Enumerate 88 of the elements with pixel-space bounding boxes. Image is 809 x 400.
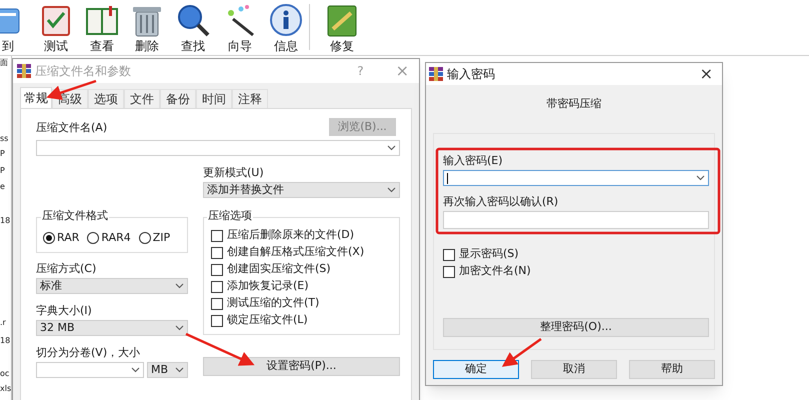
app-logo-icon [429,67,443,81]
dropdown[interactable]: MB [147,362,188,378]
dialog-button[interactable]: 取消 [531,360,617,379]
organize-passwords-button[interactable]: 整理密码(O)... [443,318,709,337]
clipboard-check-icon [39,3,73,37]
set-password-button[interactable]: 设置密码(P)... [203,357,400,376]
file-name-fragment: oc [0,369,10,379]
radio-button[interactable] [87,232,100,244]
toolbar-button[interactable]: 到 [0,3,30,53]
group-label: 压缩选项 [207,209,253,223]
confirm-password-field[interactable] [443,211,709,229]
field-label: 压缩方式(C) [36,262,98,276]
radio-label: RAR [57,230,80,246]
file-name-fragment: P [0,166,5,176]
radio-label: RAR4 [101,230,131,246]
field-label: 再次输入密码以确认(R) [443,195,558,209]
dropdown[interactable]: 32 MB [36,320,188,336]
tab[interactable]: 常规 [20,87,52,108]
dialog-heading: 带密码压缩 [546,97,602,111]
dropdown[interactable]: 添加并替换文件 [203,182,400,198]
file-name-fragment: 18 [0,216,10,226]
toolbar-button[interactable]: 查找 [171,3,215,53]
chevron-down-icon [696,175,705,181]
dialog-button[interactable]: 帮助 [629,360,715,379]
dropdown[interactable]: 标准 [36,278,188,294]
field-label: 字典大小(I) [36,304,93,318]
field-label: 输入密码(E) [443,154,503,168]
file-name-fragment: ss [0,134,8,144]
checkbox[interactable] [211,280,223,292]
toolbar-button[interactable]: 向导 [218,3,262,53]
checkbox[interactable] [443,266,455,278]
file-name-fragment: P [0,149,5,159]
file-name-fragment: .r [0,318,6,328]
radio-button[interactable] [138,232,151,244]
checkbox[interactable] [211,298,223,310]
tab[interactable]: 选项 [88,89,124,108]
password-field[interactable] [443,170,709,186]
toolbar-button[interactable]: 测试 [34,3,78,53]
chevron-down-icon [387,187,396,193]
file-name-fragment: 面 [0,58,8,68]
group-label: 压缩文件格式 [41,209,109,223]
chevron-down-icon [131,367,140,373]
field-label: 压缩文件名(A) [36,120,108,136]
book-icon [85,3,119,37]
toolbar-button[interactable]: 修复 [320,3,364,53]
tab[interactable]: 注释 [232,89,268,108]
repair-kit-icon [325,3,359,37]
radio-button[interactable] [43,232,55,244]
app-logo-icon [17,64,31,78]
volume-size-field[interactable] [36,362,144,378]
close-button[interactable]: × [700,62,713,86]
field-label: 切分为分卷(V)，大小 [36,346,142,360]
chevron-down-icon [387,145,396,151]
chevron-down-icon [175,325,184,331]
tab[interactable]: 文件 [124,89,160,108]
radio-label: ZIP [152,230,170,246]
tab[interactable]: 备份 [160,89,196,108]
field-label: 更新模式(U) [203,166,265,180]
chevron-down-icon [175,283,184,289]
window-title: 压缩文件名和参数 [35,63,131,80]
checkbox[interactable] [443,248,455,260]
file-name-fragment: 18 [0,336,10,346]
annotation-arrow [185,332,255,366]
tab[interactable]: 时间 [196,89,232,108]
checkbox-label: 显示密码(S) [459,246,519,262]
checkbox-label: 加密文件名(N) [459,263,531,280]
checkbox-label: 创建自解压格式压缩文件(X) [227,244,364,260]
checkbox-label: 创建固实压缩文件(S) [227,261,331,278]
dialog-button[interactable]: 确定 [433,360,519,379]
checkbox-label: 压缩后删除原来的文件(D) [227,227,354,244]
search-icon [176,3,210,37]
toolbar-button[interactable]: 信息 [264,3,308,53]
checkbox-label: 添加恢复记录(E) [227,278,309,294]
chevron-down-icon [175,367,184,373]
toolbar-button[interactable]: 删除 [125,3,169,53]
window-title: 输入密码 [447,66,495,83]
checkbox-label: 测试压缩的文件(T) [227,295,320,312]
file-name-fragment: e [0,182,5,192]
archive-name-field[interactable] [36,140,400,156]
toolbar-button[interactable]: 查看 [80,3,124,53]
checkbox[interactable] [211,230,223,242]
file-name-fragment: xls [0,384,12,394]
checkbox-label: 锁定压缩文件(L) [227,312,308,328]
info-icon [269,3,303,37]
checkbox[interactable] [211,264,223,276]
annotation-arrow [502,338,542,367]
checkbox[interactable] [211,246,223,258]
checkbox[interactable] [211,314,223,326]
